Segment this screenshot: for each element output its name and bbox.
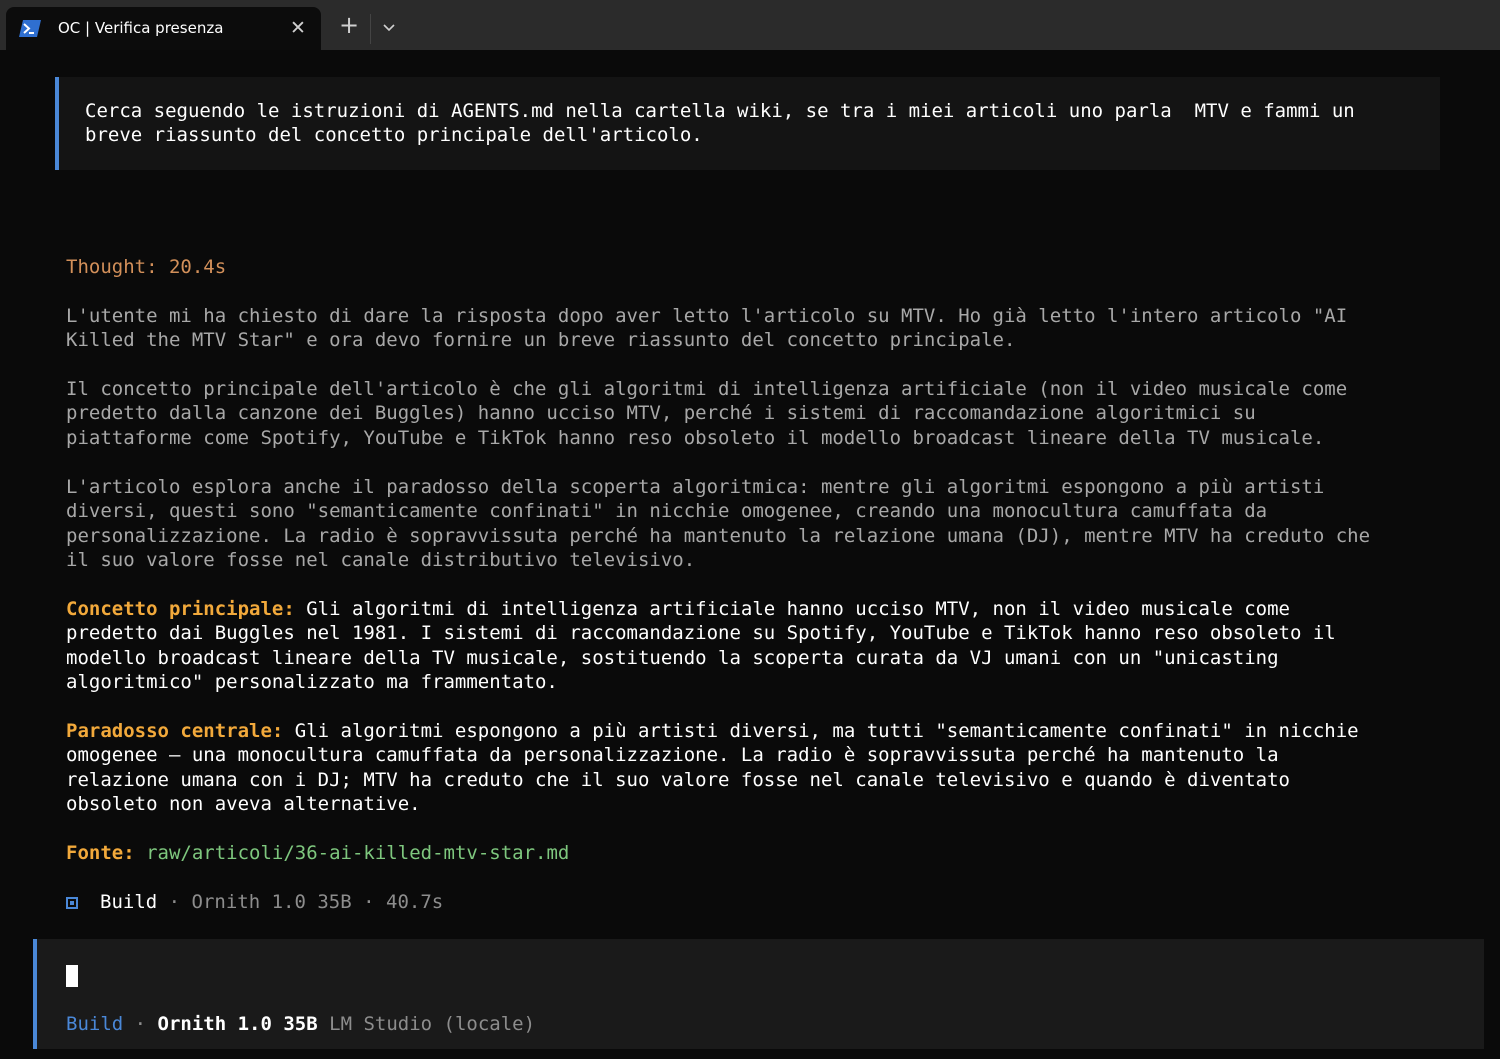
thought-paragraph: L'utente mi ha chiesto di dare la rispos… xyxy=(66,305,1348,352)
paradox-label: Paradosso centrale: xyxy=(66,720,284,742)
source-label: Fonte: xyxy=(66,842,135,864)
build-square-icon xyxy=(66,897,78,909)
active-tab[interactable]: OC | Verifica presenza ✕ xyxy=(6,7,321,50)
source-path[interactable]: raw/articoli/36-ai-killed-mtv-star.md xyxy=(146,842,569,864)
separator: · xyxy=(157,891,192,913)
separator: · xyxy=(351,891,387,913)
concept-label: Concetto principale: xyxy=(66,598,295,620)
close-icon[interactable]: ✕ xyxy=(288,18,308,38)
input-model[interactable]: Ornith 1.0 35B xyxy=(158,1013,318,1035)
chevron-down-icon[interactable] xyxy=(378,16,400,38)
input-status-line: Build · Ornith 1.0 35B LM Studio (locale… xyxy=(66,1012,535,1036)
answer-paradox: Paradosso centrale: Gli algoritmi espong… xyxy=(66,719,1466,817)
build-summary: Build · Ornith 1.0 35B · 40.7s xyxy=(66,890,443,914)
answer-concept: Concetto principale: Gli algoritmi di in… xyxy=(66,597,1466,695)
input-mode[interactable]: Build xyxy=(66,1013,123,1035)
build-duration: 40.7s xyxy=(386,891,444,913)
tab-title: OC | Verifica presenza xyxy=(58,19,224,37)
separator: · xyxy=(123,1013,158,1035)
text-cursor xyxy=(66,965,78,987)
tab-separator xyxy=(370,14,371,44)
user-prompt-box: Cerca seguendo le istruzioni di AGENTS.m… xyxy=(55,77,1440,170)
prompt-input[interactable]: Build · Ornith 1.0 35B LM Studio (locale… xyxy=(33,939,1484,1049)
title-bar: OC | Verifica presenza ✕ + xyxy=(0,0,1500,50)
powershell-icon xyxy=(19,20,41,37)
answer-source: Fonte: raw/articoli/36-ai-killed-mtv-sta… xyxy=(66,841,1466,865)
thought-paragraph: Il concetto principale dell'articolo è c… xyxy=(66,378,1348,449)
new-tab-button[interactable]: + xyxy=(336,12,362,38)
thought-duration: Thought: 20.4s xyxy=(66,256,227,278)
input-provider: LM Studio (locale) xyxy=(329,1013,536,1035)
user-prompt-text: Cerca seguendo le istruzioni di AGENTS.m… xyxy=(85,100,1355,146)
build-mode: Build xyxy=(100,891,158,913)
thought-paragraph: L'articolo esplora anche il paradosso de… xyxy=(66,476,1371,572)
build-model: Ornith 1.0 35B xyxy=(191,891,352,913)
